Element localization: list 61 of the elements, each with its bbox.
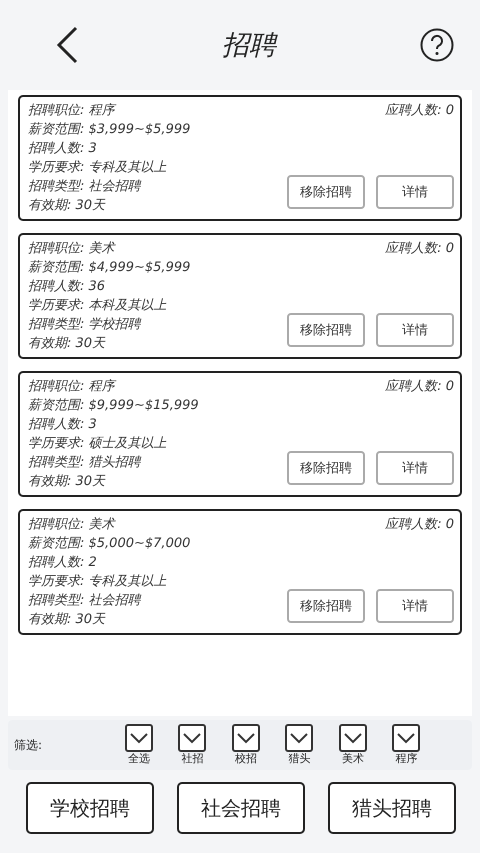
details-button[interactable]: 详情: [376, 589, 454, 623]
filter-checkbox[interactable]: [124, 724, 153, 752]
job-detail: 薪资范围: $9,999~$15,999: [28, 397, 199, 415]
check-icon: [183, 732, 202, 744]
filter-option-label: 校招: [234, 752, 257, 766]
check-icon: [130, 732, 148, 744]
job-detail: 学历要求: 专科及其以上: [28, 159, 168, 177]
remove-button[interactable]: 移除招聘: [287, 313, 365, 347]
details-button[interactable]: 详情: [376, 313, 454, 347]
applicant-count: 应聘人数: 0: [385, 102, 454, 120]
filter-option-label: 全选: [128, 752, 150, 766]
details-button[interactable]: 详情: [376, 451, 454, 485]
recruit-button[interactable]: 猎头招聘: [328, 782, 456, 834]
job-detail: 招聘人数: 3: [28, 416, 98, 434]
job-detail: 招聘类型: 学校招聘: [28, 316, 142, 334]
filter-label: 筛选:: [14, 736, 44, 754]
filter-option-label: 社招: [181, 752, 204, 766]
filter-checkbox[interactable]: [232, 724, 260, 752]
job-detail: 有效期: 30天: [28, 197, 106, 215]
job-detail: 招聘人数: 3: [28, 140, 98, 158]
filter-checkbox[interactable]: [285, 724, 314, 752]
job-detail: 招聘类型: 社会招聘: [28, 592, 142, 610]
filter-option-label: 美术: [342, 752, 364, 766]
job-detail: 学历要求: 硕士及其以上: [28, 435, 168, 453]
job-detail: 招聘职位: 美术: [28, 240, 117, 258]
filter-option-label: 程序: [395, 752, 418, 766]
details-button[interactable]: 详情: [376, 175, 454, 209]
job-detail: 有效期: 30天: [28, 473, 106, 491]
remove-button[interactable]: 移除招聘: [287, 175, 365, 209]
job-detail: 学历要求: 本科及其以上: [28, 297, 168, 315]
recruit-button[interactable]: 社会招聘: [177, 782, 305, 834]
filter-checkbox[interactable]: [178, 724, 206, 752]
job-detail: 招聘类型: 社会招聘: [28, 178, 142, 196]
job-detail: 招聘人数: 2: [28, 554, 98, 572]
applicant-count: 应聘人数: 0: [385, 516, 454, 534]
help-icon[interactable]: [420, 28, 454, 62]
check-icon: [344, 732, 362, 744]
filter-checkbox[interactable]: [338, 724, 367, 752]
job-detail: 招聘人数: 36: [28, 278, 106, 296]
filter-checkbox[interactable]: [392, 724, 420, 752]
check-icon: [397, 732, 416, 744]
filter-option-label: 猎头: [288, 752, 310, 766]
job-detail: 招聘职位: 程序: [28, 378, 118, 396]
job-detail: 招聘职位: 程序: [28, 102, 118, 120]
job-detail: 有效期: 30天: [28, 611, 106, 629]
check-icon: [236, 732, 255, 744]
remove-button[interactable]: 移除招聘: [287, 451, 365, 485]
job-detail: 薪资范围: $5,000~$7,000: [28, 535, 190, 553]
job-detail: 有效期: 30天: [28, 335, 106, 353]
check-icon: [290, 732, 308, 744]
job-detail: 招聘职位: 美术: [28, 516, 117, 534]
job-detail: 学历要求: 专科及其以上: [28, 573, 168, 591]
page-title: 招聘: [222, 29, 276, 63]
job-detail: 招聘类型: 猎头招聘: [28, 454, 142, 472]
applicant-count: 应聘人数: 0: [385, 240, 454, 258]
job-detail: 薪资范围: $3,999~$5,999: [28, 121, 190, 139]
back-icon[interactable]: [56, 26, 78, 64]
recruit-button[interactable]: 学校招聘: [26, 782, 154, 834]
remove-button[interactable]: 移除招聘: [287, 589, 365, 623]
applicant-count: 应聘人数: 0: [385, 378, 454, 396]
job-detail: 薪资范围: $4,999~$5,999: [28, 259, 190, 277]
